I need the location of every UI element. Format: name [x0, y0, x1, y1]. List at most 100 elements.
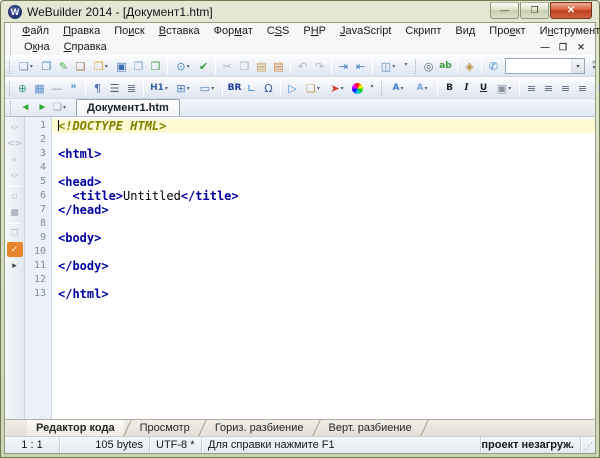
copy-button[interactable]: ❐ — [236, 57, 253, 75]
mdi-close-button[interactable]: ✕ — [573, 41, 589, 54]
code-line[interactable] — [52, 161, 595, 175]
code-snippet-button[interactable]: ➤▾ — [325, 79, 349, 97]
insert-link-button[interactable]: ⊕ — [14, 79, 31, 97]
toolbar-overflow-button[interactable]: ▾ — [400, 63, 412, 68]
code-text-area[interactable]: <!DOCTYPE HTML><html><head> <title>Untit… — [52, 117, 595, 419]
save-all-button[interactable]: ❒ — [147, 57, 164, 75]
new-document-button[interactable]: ❏▾ — [14, 57, 38, 75]
combobox-dropdown-icon[interactable]: ▾ — [571, 59, 584, 73]
close-tag-button[interactable]: « — [7, 152, 23, 167]
mdi-minimize-button[interactable]: — — [537, 41, 553, 54]
highlight-block-button[interactable]: ■ — [7, 205, 23, 220]
bullet-list-button[interactable]: ☰ — [106, 79, 123, 97]
code-line[interactable]: <body> — [52, 231, 595, 245]
menu-item-insert[interactable]: Вставка — [152, 24, 207, 38]
menu-grip[interactable] — [10, 24, 11, 39]
edit-tag-button[interactable]: <> — [7, 136, 23, 151]
code-editor[interactable]: 12345678910111213 <!DOCTYPE HTML><html><… — [25, 117, 595, 419]
outdent-button[interactable]: ⇤ — [352, 57, 369, 75]
menu-item-php[interactable]: PHP — [296, 24, 333, 38]
code-line[interactable] — [52, 245, 595, 259]
new-php-document-button[interactable]: ❏ — [72, 57, 89, 75]
menu-item-javascript[interactable]: JavaScript — [333, 24, 398, 38]
insert-form-button[interactable]: ▭▾ — [195, 79, 219, 97]
view-tab-preview[interactable]: Просмотр — [131, 420, 199, 436]
menu-item-script[interactable]: Скрипт — [398, 24, 448, 38]
code-line[interactable]: <html> — [52, 147, 595, 161]
paste-button[interactable]: ▤ — [253, 57, 270, 75]
underline-button[interactable]: U — [475, 79, 492, 97]
code-line[interactable]: </head> — [52, 203, 595, 217]
insert-template-button[interactable]: ❏▾ — [301, 79, 325, 97]
redo-button[interactable]: ↷ — [311, 57, 328, 75]
cut-button[interactable]: ✂ — [219, 57, 236, 75]
numbered-list-button[interactable]: ≣ — [123, 79, 140, 97]
tag-wizard-button[interactable]: ‹› — [7, 120, 23, 135]
special-character-button[interactable]: Ω — [260, 79, 277, 97]
title-bar[interactable]: W WeBuilder 2014 - [Документ1.htm] — ❐ ✕ — [4, 1, 596, 22]
edit-document-button[interactable]: ✎ — [55, 57, 72, 75]
menu-grip[interactable] — [10, 40, 13, 55]
menu-item-windows[interactable]: Окна — [17, 40, 57, 54]
preview-zoom-button[interactable]: ⊙▾ — [171, 57, 195, 75]
snippet-tag-button[interactable]: ‹› — [7, 168, 23, 183]
view-tab-horizontal-split[interactable]: Гориз. разбиение — [206, 420, 313, 436]
find-button[interactable]: ◎ — [420, 57, 437, 75]
browser-select-button[interactable]: ❑ ▾ — [51, 99, 68, 115]
paragraph-button[interactable]: ¶ — [89, 79, 106, 97]
document-tab[interactable]: Документ1.htm — [76, 99, 180, 116]
line-spacing-button[interactable]: ⇕▾ — [591, 79, 600, 97]
code-line[interactable]: <head> — [52, 175, 595, 189]
open-file-button[interactable]: ❒▾ — [89, 57, 113, 75]
color-picker-button[interactable]: ● — [349, 79, 366, 97]
view-tab-vertical-split[interactable]: Верт. разбиение — [320, 420, 421, 436]
toolbar-combobox[interactable]: ▾ — [505, 58, 585, 74]
tabbar-grip[interactable] — [10, 101, 13, 116]
split-view-button[interactable]: ◫▾ — [376, 57, 400, 75]
bold-button[interactable]: B — [441, 79, 458, 97]
toolbar-overflow-button[interactable]: ▾ — [366, 85, 378, 90]
horizontal-rule-button[interactable]: — — [48, 79, 65, 97]
toolbar-grip[interactable] — [415, 59, 416, 74]
code-line[interactable] — [52, 217, 595, 231]
insert-comment-button[interactable]: ❝ — [65, 79, 82, 97]
maximize-button[interactable]: ❐ — [520, 2, 549, 19]
save-copy-button[interactable]: ❐ — [130, 57, 147, 75]
menu-item-file[interactable]: Файл — [15, 24, 56, 38]
align-center-button[interactable]: ≡ — [540, 79, 557, 97]
toolbar-grip[interactable] — [9, 81, 10, 96]
snippet-play-button[interactable]: ▸ — [7, 258, 23, 273]
paste-code-button[interactable]: ▤ — [270, 57, 287, 75]
close-button[interactable]: ✕ — [550, 2, 592, 19]
preview-pane-button[interactable]: ❐ — [7, 226, 23, 241]
heading-button[interactable]: H1▾ — [147, 79, 171, 97]
italic-button[interactable]: I — [458, 79, 475, 97]
css-check-button[interactable]: ✓ — [7, 242, 23, 257]
menu-item-search[interactable]: Поиск — [107, 24, 152, 38]
font-color-button[interactable]: A▾ — [386, 79, 410, 97]
insert-media-button[interactable]: ▷ — [284, 79, 301, 97]
code-line[interactable]: </html> — [52, 287, 595, 301]
align-justify-button[interactable]: ≡ — [574, 79, 591, 97]
menu-item-project[interactable]: Проект — [482, 24, 532, 38]
insert-table-button[interactable]: ⊞▾ — [171, 79, 195, 97]
replace-button[interactable]: ab — [437, 57, 454, 75]
code-line[interactable]: <title>Untitled</title> — [52, 189, 595, 203]
align-left-button[interactable]: ≡ — [523, 79, 540, 97]
resize-grip[interactable]: ⋰ — [581, 437, 595, 453]
menu-item-format[interactable]: Формат — [207, 24, 260, 38]
font-face-button[interactable]: A▾ — [410, 79, 434, 97]
mdi-restore-button[interactable]: ❐ — [555, 41, 571, 54]
non-breaking-space-button[interactable]: ∟ — [243, 79, 260, 97]
minimize-button[interactable]: — — [490, 2, 519, 19]
toolbar-grip[interactable] — [381, 81, 382, 96]
code-line[interactable] — [52, 133, 595, 147]
view-tab-code-editor[interactable]: Редактор кода — [27, 420, 124, 436]
menu-item-css[interactable]: CSS — [260, 24, 297, 38]
navigate-back-button[interactable]: ◄ — [17, 99, 34, 115]
insert-image-button[interactable]: ▦ — [31, 79, 48, 97]
code-line[interactable] — [52, 273, 595, 287]
save-button[interactable]: ▣ — [113, 57, 130, 75]
css-style-button[interactable]: ▣▾ — [492, 79, 516, 97]
navigate-forward-button[interactable]: ► — [34, 99, 51, 115]
